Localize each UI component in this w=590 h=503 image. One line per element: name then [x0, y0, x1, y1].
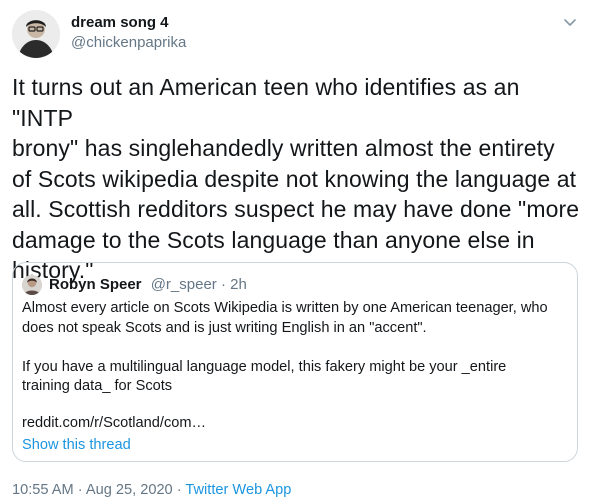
author-handle[interactable]: @chickenpaprika: [71, 34, 186, 51]
quoted-display-name: Robyn Speer: [49, 276, 142, 293]
chevron-down-icon[interactable]: [560, 12, 580, 32]
quoted-author-avatar: [22, 275, 42, 295]
quoted-link[interactable]: reddit.com/r/Scotland/com…: [22, 415, 206, 431]
tweet-text: It turns out an American teen who identi…: [12, 74, 580, 283]
quoted-tweet-text: Almost every article on Scots Wikipedia …: [22, 300, 548, 394]
quoted-tweet[interactable]: Robyn Speer @r_speer · 2h Almost every a…: [12, 262, 578, 462]
footer-separator-1: ·: [73, 482, 86, 498]
tweet-footer: 10:55 AM · Aug 25, 2020 · Twitter Web Ap…: [12, 482, 291, 498]
avatar-photo: [12, 10, 60, 58]
quoted-timestamp: 2h: [230, 276, 247, 293]
footer-separator-2: ·: [172, 482, 186, 498]
tweet-time[interactable]: 10:55 AM: [12, 482, 74, 498]
quoted-header: Robyn Speer @r_speer · 2h: [49, 275, 247, 295]
tweet: dream song 4 @chickenpaprika It turns ou…: [0, 0, 590, 503]
quoted-separator: ·: [216, 276, 231, 293]
tweet-source[interactable]: Twitter Web App: [185, 482, 291, 498]
author-display-name[interactable]: dream song 4: [71, 14, 169, 31]
quoted-handle: @r_speer: [150, 276, 217, 293]
show-thread-link[interactable]: Show this thread: [22, 437, 131, 453]
author-avatar[interactable]: [12, 10, 60, 58]
tweet-date[interactable]: Aug 25, 2020: [86, 482, 173, 498]
